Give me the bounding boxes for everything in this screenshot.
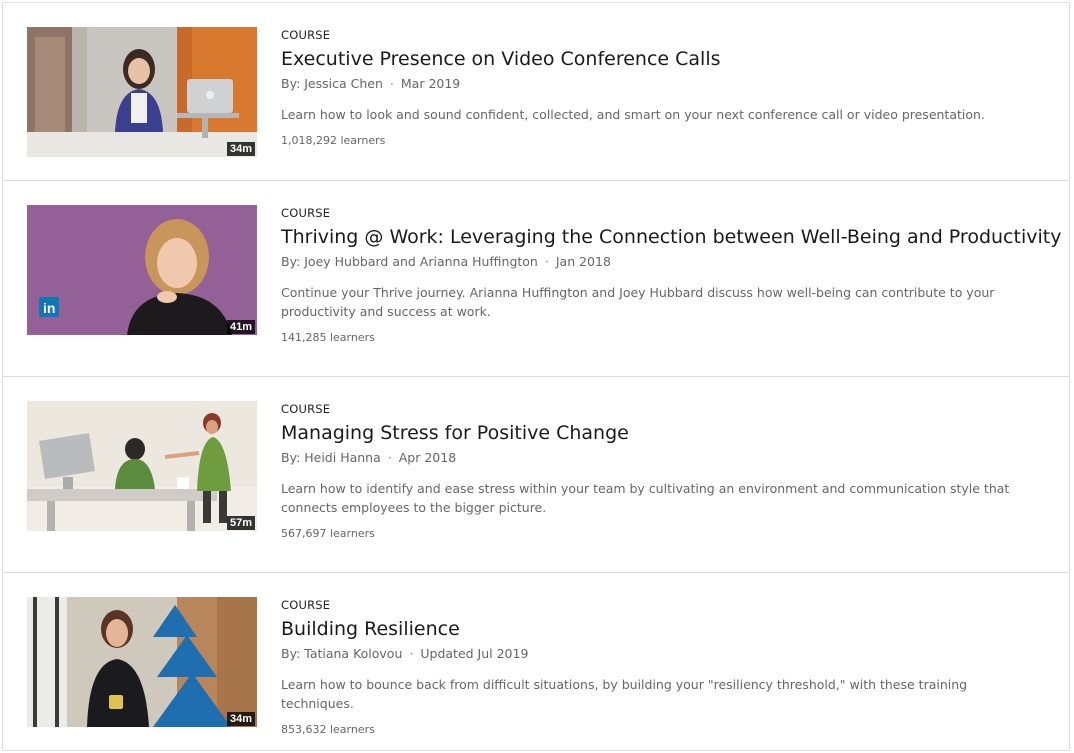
course-card[interactable]: 34m COURSE Building Resilience By: Tatia… bbox=[3, 573, 1069, 750]
course-meta: By: Jessica Chen · Mar 2019 bbox=[281, 76, 1049, 92]
course-card[interactable]: 34m COURSE Executive Presence on Video C… bbox=[3, 3, 1069, 181]
woman-with-mug-image bbox=[27, 597, 257, 727]
course-title-link[interactable]: Executive Presence on Video Conference C… bbox=[281, 47, 1049, 71]
woman-portrait-purple-image: in bbox=[27, 205, 257, 335]
course-description: Continue your Thrive journey. Arianna Hu… bbox=[281, 285, 995, 319]
duration-badge: 41m bbox=[226, 320, 255, 334]
course-list: 34m COURSE Executive Presence on Video C… bbox=[2, 2, 1070, 751]
course-thumbnail[interactable]: in 41m bbox=[27, 205, 257, 335]
course-thumbnail[interactable]: 34m bbox=[27, 27, 257, 157]
course-description: Learn how to identify and ease stress wi… bbox=[281, 481, 1010, 515]
linkedin-badge-icon: in bbox=[43, 300, 55, 316]
learner-count: 141,285 learners bbox=[281, 331, 375, 344]
course-date: Updated Jul 2019 bbox=[420, 646, 529, 661]
content-type-label: COURSE bbox=[281, 206, 331, 220]
course-title-link[interactable]: Thriving @ Work: Leveraging the Connecti… bbox=[281, 225, 1061, 249]
course-card[interactable]: 57m COURSE Managing Stress for Positive … bbox=[3, 377, 1069, 573]
course-date: Mar 2019 bbox=[400, 76, 461, 91]
course-author: By: Tatiana Kolovou bbox=[281, 646, 403, 661]
separator-dot: · bbox=[387, 450, 392, 465]
course-date: Apr 2018 bbox=[398, 450, 457, 465]
course-author: By: Joey Hubbard and Arianna Huffington bbox=[281, 254, 538, 269]
course-card[interactable]: in 41m COURSE Thriving @ Work: Leveragin… bbox=[3, 181, 1069, 377]
content-type-label: COURSE bbox=[281, 598, 331, 612]
course-author: By: Jessica Chen bbox=[281, 76, 383, 91]
duration-badge: 57m bbox=[226, 516, 255, 530]
learner-count: 567,697 learners bbox=[281, 527, 375, 540]
separator-dot: · bbox=[389, 76, 394, 91]
learner-count: 1,018,292 learners bbox=[281, 134, 386, 147]
duration-badge: 34m bbox=[226, 712, 255, 726]
learner-count: 853,632 learners bbox=[281, 723, 375, 736]
stressed-worker-illustration bbox=[27, 401, 257, 531]
course-thumbnail[interactable]: 57m bbox=[27, 401, 257, 531]
course-meta: By: Joey Hubbard and Arianna Huffington ·… bbox=[281, 254, 1049, 270]
course-meta: By: Heidi Hanna · Apr 2018 bbox=[281, 450, 1049, 466]
course-title-link[interactable]: Managing Stress for Positive Change bbox=[281, 421, 1049, 445]
course-title-link[interactable]: Building Resilience bbox=[281, 617, 1049, 641]
course-date: Jan 2018 bbox=[555, 254, 611, 269]
separator-dot: · bbox=[409, 646, 414, 661]
content-type-label: COURSE bbox=[281, 402, 331, 416]
course-meta: By: Tatiana Kolovou · Updated Jul 2019 bbox=[281, 646, 1049, 662]
course-description: Learn how to bounce back from difficult … bbox=[281, 677, 968, 711]
separator-dot: · bbox=[544, 254, 549, 269]
duration-badge: 34m bbox=[226, 142, 255, 156]
course-thumbnail[interactable]: 34m bbox=[27, 597, 257, 727]
course-author: By: Heidi Hanna bbox=[281, 450, 381, 465]
woman-at-laptop-image bbox=[27, 27, 257, 157]
content-type-label: COURSE bbox=[281, 28, 331, 42]
course-description: Learn how to look and sound confident, c… bbox=[281, 107, 985, 122]
